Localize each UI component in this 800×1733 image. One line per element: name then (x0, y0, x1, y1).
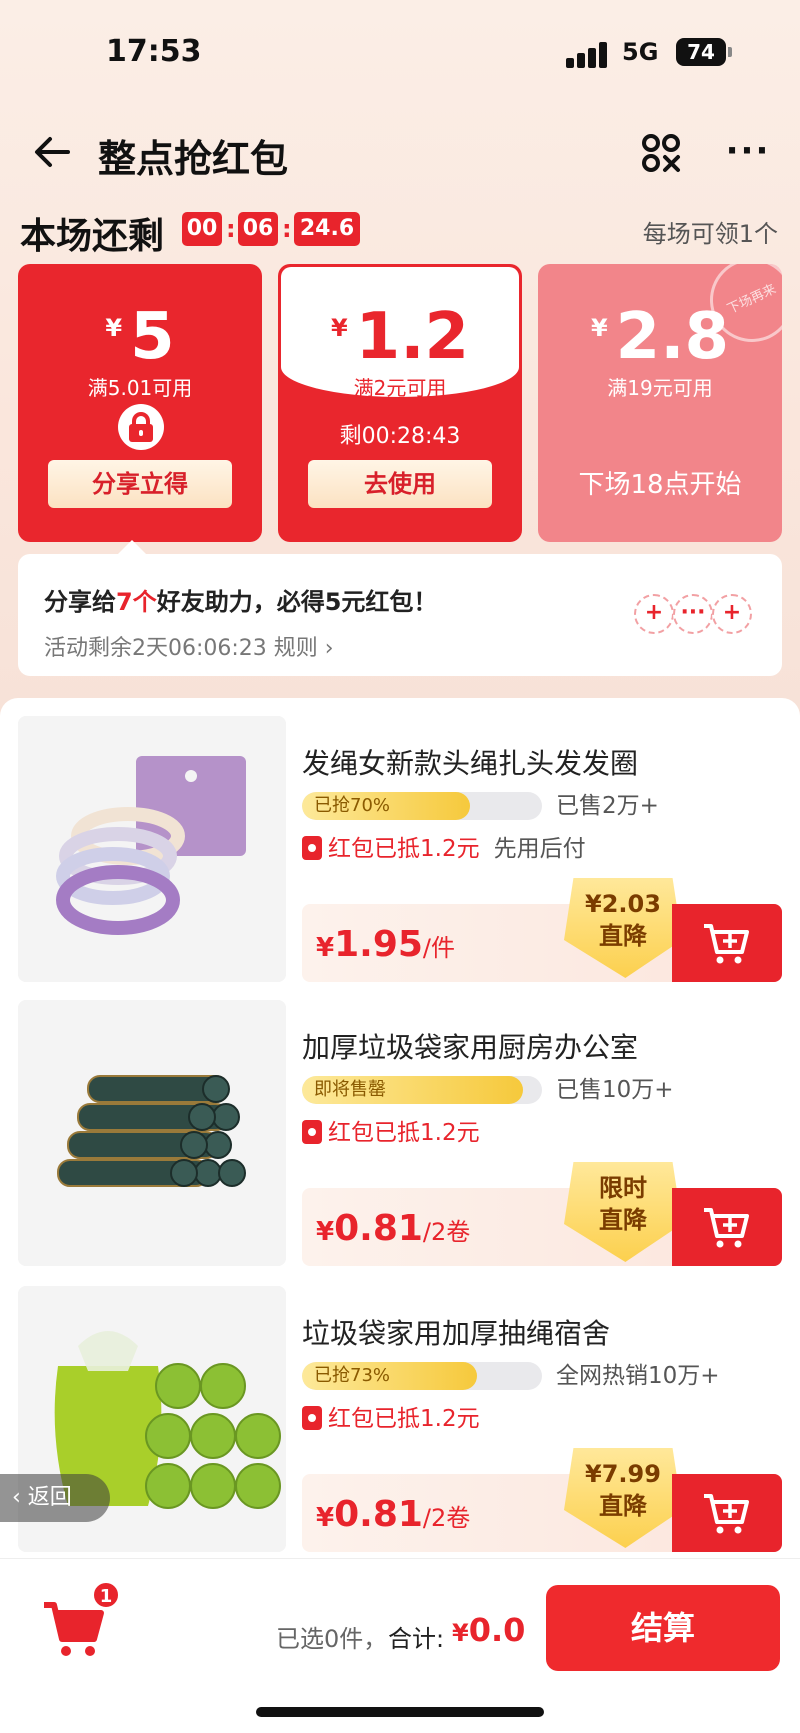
add-to-cart-button[interactable] (672, 1474, 782, 1552)
coupon-currency: ¥ (105, 314, 123, 342)
price-bar: ¥0.81/2卷 限时 直降 (302, 1162, 782, 1266)
sale-progress-label: 已抢73% (314, 1365, 391, 1386)
page-title: 整点抢红包 (98, 137, 289, 181)
sale-progress: 已抢70% (302, 792, 542, 820)
price-drop-badge: 限时 直降 (564, 1162, 682, 1262)
more-icon[interactable]: ··· (724, 134, 772, 172)
price-drop-badge: ¥2.03 直降 (564, 878, 682, 978)
checkout-button[interactable]: 结算 (546, 1585, 780, 1671)
sale-progress: 已抢73% (302, 1362, 542, 1390)
avatar-slot[interactable]: + (712, 594, 752, 634)
red-packet-icon (302, 1406, 322, 1430)
pay-later-label: 先用后付 (493, 836, 586, 862)
coupon-card-use[interactable]: ¥1.2 满2元可用 剩00:28:43 去使用 (278, 264, 522, 542)
lock-icon (118, 404, 164, 450)
countdown-seconds: 24.6 (294, 212, 360, 246)
home-indicator (256, 1707, 544, 1717)
red-packet-text: 红包已抵1.2元 (328, 1406, 480, 1432)
use-coupon-button[interactable]: 去使用 (308, 460, 492, 508)
product-price: ¥0.81/2卷 (316, 1494, 471, 1535)
share-pointer (118, 540, 146, 554)
network-label: 5G (622, 38, 659, 66)
per-session-note: 每场可领1个 (642, 220, 778, 248)
product-card[interactable]: 加厚垃圾袋家用厨房办公室 即将售罄 已售10万+ 红包已抵1.2元 ¥0.81/… (0, 1000, 800, 1276)
signal-icon (566, 42, 610, 68)
status-time: 17:53 (106, 34, 202, 69)
sold-count: 全网热销10万+ (556, 1363, 720, 1389)
product-title: 加厚垃圾袋家用厨房办公室 (302, 1031, 639, 1064)
share-scan-icon[interactable] (640, 132, 682, 174)
countdown-minutes: 06 (238, 212, 278, 246)
product-image-garbage-bags[interactable] (18, 1000, 286, 1266)
red-packet-text: 红包已抵1.2元 (328, 836, 480, 862)
coupon-card-next: 下场再来 ¥2.8 满19元可用 下场18点开始 (538, 264, 782, 542)
share-headline: 分享给7个好友助力，必得5元红包！ (44, 588, 438, 616)
add-to-cart-button[interactable] (672, 904, 782, 982)
coupon-card-share[interactable]: ¥5 满5.01可用 分享立得 (18, 264, 262, 542)
product-image-hair-ties[interactable] (18, 716, 286, 982)
next-session-label: 下场18点开始 (578, 470, 742, 500)
add-cart-icon (704, 1208, 749, 1248)
total-label: 合计: (388, 1625, 445, 1653)
product-title: 发绳女新款头绳扎头发发圈 (302, 747, 639, 780)
share-panel[interactable]: 分享给7个好友助力，必得5元红包！ 活动剩余2天06:06:23 规则 › + … (18, 554, 782, 676)
sale-progress: 即将售罄 (302, 1076, 542, 1104)
red-packet-text: 红包已抵1.2元 (328, 1120, 480, 1146)
coupon-currency: ¥ (330, 314, 348, 342)
session-remain-label: 本场还剩 (20, 216, 165, 257)
red-packet-icon (302, 836, 322, 860)
price-bar: ¥1.95/件 ¥2.03 直降 (302, 878, 782, 982)
battery-nub (728, 47, 732, 57)
product-price: ¥1.95/件 (316, 924, 456, 965)
coupon-condition: 满19元可用 (607, 376, 713, 400)
bottom-bar: 1 已选0件， 合计: ¥0.0 结算 (0, 1558, 800, 1733)
add-cart-icon (704, 924, 749, 964)
red-packet-row: 红包已抵1.2元 (302, 1118, 480, 1148)
coupon-timer: 剩00:28:43 (339, 424, 461, 449)
product-card[interactable]: 垃圾袋家用加厚抽绳宿舍 已抢73% 全网热销10万+ 红包已抵1.2元 ¥0.8… (0, 1286, 800, 1562)
battery-icon: 74 (676, 38, 726, 66)
cart-count-badge: 1 (92, 1581, 120, 1609)
coupon-condition: 满2元可用 (353, 376, 447, 400)
avatar-slot[interactable]: + (634, 594, 674, 634)
add-cart-icon (704, 1494, 749, 1534)
coupon-currency: ¥ (590, 314, 608, 342)
coupon-amount: 2.8 (615, 300, 730, 374)
avatar-slot[interactable]: ··· (673, 594, 713, 634)
activity-rules-link[interactable]: 活动剩余2天06:06:23 规则 › (44, 630, 334, 662)
selected-count: 已选0件， (276, 1625, 388, 1653)
sale-progress-label: 即将售罄 (314, 1079, 386, 1100)
product-title: 垃圾袋家用加厚抽绳宿舍 (302, 1317, 611, 1350)
total-value: ¥0.0 (452, 1611, 526, 1649)
red-packet-row: 红包已抵1.2元 先用后付 (302, 834, 586, 864)
coupon-amount: 1.2 (355, 300, 470, 374)
countdown-separator: : (282, 215, 292, 243)
coupon-amount: 5 (130, 300, 175, 374)
floating-back-button[interactable]: ‹ 返回 (0, 1474, 110, 1522)
product-price: ¥0.81/2卷 (316, 1208, 471, 1249)
countdown-hours: 00 (182, 212, 222, 246)
product-card[interactable]: 发绳女新款头绳扎头发发圈 已抢70% 已售2万+ 红包已抵1.2元 先用后付 ¥1… (0, 716, 800, 992)
sale-progress-label: 已抢70% (314, 795, 391, 816)
price-drop-badge: ¥7.99 直降 (564, 1448, 682, 1548)
share-get-button[interactable]: 分享立得 (48, 460, 232, 508)
sold-count: 已售10万+ (556, 1077, 674, 1103)
red-packet-icon (302, 1120, 322, 1144)
cart-icon[interactable] (42, 1599, 106, 1659)
red-packet-row: 红包已抵1.2元 (302, 1404, 480, 1434)
countdown-separator: : (226, 215, 236, 243)
back-arrow-icon[interactable] (30, 130, 74, 174)
add-to-cart-button[interactable] (672, 1188, 782, 1266)
helper-avatars[interactable]: + ··· + (634, 594, 752, 634)
sold-count: 已售2万+ (556, 793, 659, 819)
price-bar: ¥0.81/2卷 ¥7.99 直降 (302, 1448, 782, 1552)
coupon-condition: 满5.01可用 (87, 376, 193, 400)
